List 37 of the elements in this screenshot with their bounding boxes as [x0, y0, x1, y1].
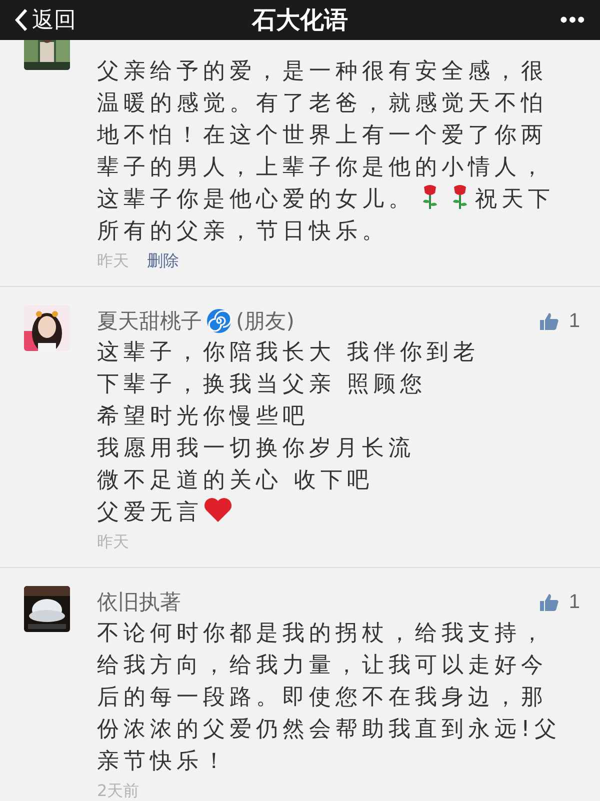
spiral-icon [206, 308, 232, 334]
comment-text: 这辈子你是他心爱的女儿。 [97, 187, 415, 212]
comment-text: 下辈子，换我当父亲 照顾您 [97, 372, 426, 397]
like-button[interactable]: 1 [536, 310, 582, 332]
comment-text: 所有的父亲，节日快乐。 [97, 219, 388, 244]
comment-text: 希望时光你慢些吧 [97, 404, 309, 429]
page-title: 石大化语 [250, 5, 349, 36]
user-name[interactable]: 依旧执著 [97, 588, 181, 616]
comment-text: 父爱无言 [97, 500, 203, 525]
comment-text: 后的每一段路。即使您不在我身边，那 [97, 685, 548, 710]
back-button[interactable]: 返回 [0, 5, 120, 35]
back-chevron-icon [14, 8, 28, 32]
relation-tag: (朋友) [236, 307, 294, 335]
comment-text: 辈子的男人，上辈子你是他的小情人， [97, 155, 548, 180]
comment-text: 父亲给予的爱，是一种很有安全感，很 [97, 59, 548, 84]
timestamp: 昨天 [97, 250, 129, 272]
rose-icon [421, 184, 439, 210]
comment-text: 温暖的感觉。有了老爸，就感觉天不怕 [97, 91, 548, 116]
comment-text: 不论何时你都是我的拐杖，给我支持， [97, 621, 548, 646]
delete-link[interactable]: 删除 [147, 250, 179, 272]
thumbs-up-icon [538, 312, 559, 330]
comment-text: 给我方向，给我力量，让我可以走好今 [97, 653, 548, 678]
comment-text: 微不足道的关心 收下吧 [97, 468, 374, 493]
timestamp: 2天前 [97, 780, 140, 801]
comment-text: 祝天下 [475, 187, 554, 212]
comment-text: 我愿用我一切换你岁月长流 [97, 436, 415, 461]
like-button[interactable]: 1 [536, 590, 582, 614]
thumbs-up-icon [538, 593, 559, 611]
user-name[interactable]: 夏天甜桃子 [97, 307, 202, 335]
more-button[interactable]: ••• [480, 6, 600, 34]
comment-text: 这辈子，你陪我长大 我伴你到老 [97, 340, 480, 365]
comment-text: 亲节快乐！ [97, 749, 230, 774]
comment-text: 地不怕！在这个世界上有一个爱了你两 [97, 123, 548, 148]
rose-icon [451, 184, 469, 210]
heart-icon [203, 497, 233, 523]
timestamp: 昨天 [97, 532, 129, 552]
comment-text: 份浓浓的父爱仍然会帮助我直到永远!父 [97, 717, 561, 742]
